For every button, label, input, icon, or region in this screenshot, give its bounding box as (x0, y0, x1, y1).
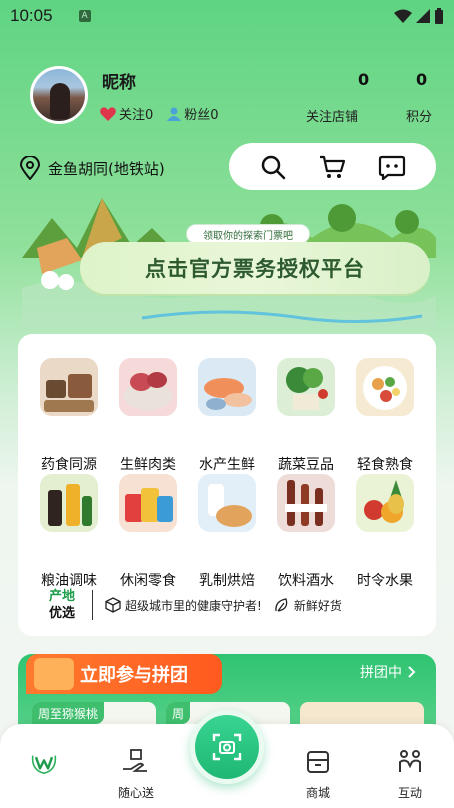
category-label: 药食同源 (41, 457, 97, 473)
category-item[interactable]: 药食同源 (30, 358, 108, 473)
status-icons (394, 8, 444, 24)
scan-camera-icon (212, 733, 242, 761)
points-value: 0 (416, 70, 428, 89)
category-thumb (356, 358, 414, 416)
category-card: 药食同源 生鲜肉类 水产生鲜 蔬菜豆品 轻食熟食 粮油调味 休闲零食 乳制烘焙 … (18, 334, 436, 636)
banner-title: 点击官方票务授权平台 (80, 242, 430, 294)
category-label: 水产生鲜 (199, 457, 255, 473)
message-button[interactable] (376, 151, 408, 183)
scan-button[interactable] (190, 710, 264, 784)
profile-meta: 关注0 粉丝0 (100, 104, 219, 123)
avatar[interactable] (30, 66, 88, 124)
category-item[interactable]: 时令水果 (346, 474, 424, 589)
fans-count[interactable]: 粉丝0 (167, 104, 219, 123)
leaf-icon (275, 598, 288, 612)
category-thumb (119, 474, 177, 532)
signal-icon (416, 9, 430, 23)
wifi-icon (394, 9, 412, 23)
category-thumb (198, 358, 256, 416)
nickname[interactable]: 昵称 (102, 68, 136, 93)
category-thumb (277, 474, 335, 532)
category-thumb (356, 474, 414, 532)
nav-interact[interactable]: 互动 (380, 746, 440, 801)
fans-icon (167, 107, 182, 121)
home-logo-icon (31, 755, 57, 775)
nav-mall[interactable]: 商城 (288, 746, 348, 801)
followed-shops-value: 0 (358, 70, 370, 89)
category-item[interactable]: 生鲜肉类 (109, 358, 187, 473)
status-time: 10:05 (10, 6, 53, 25)
category-label: 粮油调味 (41, 573, 97, 589)
cart-icon (320, 155, 346, 178)
banner-pill: 领取你的探索门票吧 (186, 224, 310, 244)
group-buy-status[interactable]: 拼团中 (360, 662, 416, 682)
notification-a-icon: A (78, 10, 91, 22)
category-thumb (40, 358, 98, 416)
category-thumb (119, 358, 177, 416)
category-item[interactable]: 轻食熟食 (346, 358, 424, 473)
category-label: 蔬菜豆品 (278, 457, 334, 473)
group-buy-title: 立即参与拼团 (26, 654, 222, 694)
origin-logo: 产地 优选 (48, 589, 75, 621)
followed-shops-label[interactable]: 关注店铺 (306, 106, 358, 125)
people-icon (399, 750, 421, 772)
heart-icon (100, 106, 116, 121)
category-label: 乳制烘焙 (199, 573, 255, 589)
store-icon (307, 751, 329, 773)
action-pill (229, 143, 436, 190)
profile-stats: 0 关注店铺 0 积分 (306, 70, 440, 130)
promo-banner[interactable]: 领取你的探索门票吧 点击官方票务授权平台 (22, 188, 436, 328)
box-icon (105, 597, 121, 613)
follow-count[interactable]: 关注0 (100, 104, 153, 123)
category-item[interactable]: 水产生鲜 (188, 358, 266, 473)
location-text: 金鱼胡同(地铁站) (48, 159, 165, 178)
origin-tag: 超级城市里的健康守护者! (105, 597, 262, 614)
cart-button[interactable] (316, 151, 348, 183)
origin-bar: 产地 优选 超级城市里的健康守护者! 新鲜好货 (42, 588, 422, 622)
search-icon (261, 155, 286, 179)
profile-section: 昵称 关注0 粉丝0 0 关注店铺 0 积分 (30, 66, 440, 126)
category-label: 饮料酒水 (278, 573, 334, 589)
category-label: 时令水果 (357, 573, 413, 589)
category-thumb (277, 358, 335, 416)
category-item[interactable]: 饮料酒水 (267, 474, 345, 589)
fans-label: 粉丝0 (184, 108, 219, 123)
divider (92, 590, 93, 620)
nav-home[interactable] (14, 746, 74, 784)
location-pin-icon (20, 156, 40, 180)
points-label[interactable]: 积分 (406, 106, 432, 125)
search-button[interactable] (257, 151, 289, 183)
status-bar: 10:05 A (0, 0, 454, 32)
flag-icon (34, 658, 74, 690)
chevron-right-icon (408, 666, 416, 678)
category-item[interactable]: 乳制烘焙 (188, 474, 266, 589)
follow-label: 关注0 (119, 108, 154, 123)
location[interactable]: 金鱼胡同(地铁站) (20, 156, 165, 180)
battery-icon (435, 8, 443, 24)
nav-delivery[interactable]: 随心送 (106, 746, 166, 801)
category-label: 休闲零食 (120, 573, 176, 589)
category-item[interactable]: 蔬菜豆品 (267, 358, 345, 473)
category-item[interactable]: 休闲零食 (109, 474, 187, 589)
message-icon (379, 155, 406, 180)
origin-tag: 新鲜好货 (274, 597, 342, 614)
category-thumb (40, 474, 98, 532)
hand-gift-icon (123, 749, 147, 772)
category-thumb (198, 474, 256, 532)
category-item[interactable]: 粮油调味 (30, 474, 108, 589)
category-label: 生鲜肉类 (120, 457, 176, 473)
category-label: 轻食熟食 (357, 457, 413, 473)
